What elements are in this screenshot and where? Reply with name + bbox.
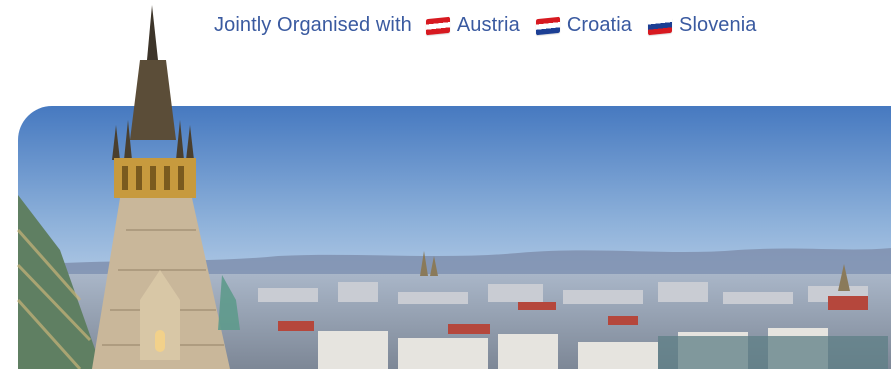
austria-flag-icon bbox=[425, 16, 450, 35]
joint-organisers-label: Jointly Organised with bbox=[214, 14, 412, 36]
cityscape-illustration bbox=[18, 106, 891, 369]
country-austria: Austria bbox=[425, 14, 520, 37]
croatia-flag-icon bbox=[535, 16, 560, 35]
country-croatia: Croatia bbox=[535, 14, 632, 37]
joint-organisers-line: Jointly Organised with Austria Croatia S… bbox=[214, 14, 757, 37]
country-name-croatia: Croatia bbox=[566, 14, 632, 36]
hero-cityscape-image bbox=[18, 106, 891, 369]
green-dome-roof bbox=[658, 336, 888, 369]
country-name-austria: Austria bbox=[456, 14, 520, 36]
header-bar: Jointly Organised with Austria Croatia S… bbox=[0, 0, 891, 58]
slovenia-flag-icon bbox=[648, 16, 672, 35]
country-slovenia: Slovenia bbox=[648, 14, 757, 37]
country-name-slovenia: Slovenia bbox=[679, 14, 757, 36]
